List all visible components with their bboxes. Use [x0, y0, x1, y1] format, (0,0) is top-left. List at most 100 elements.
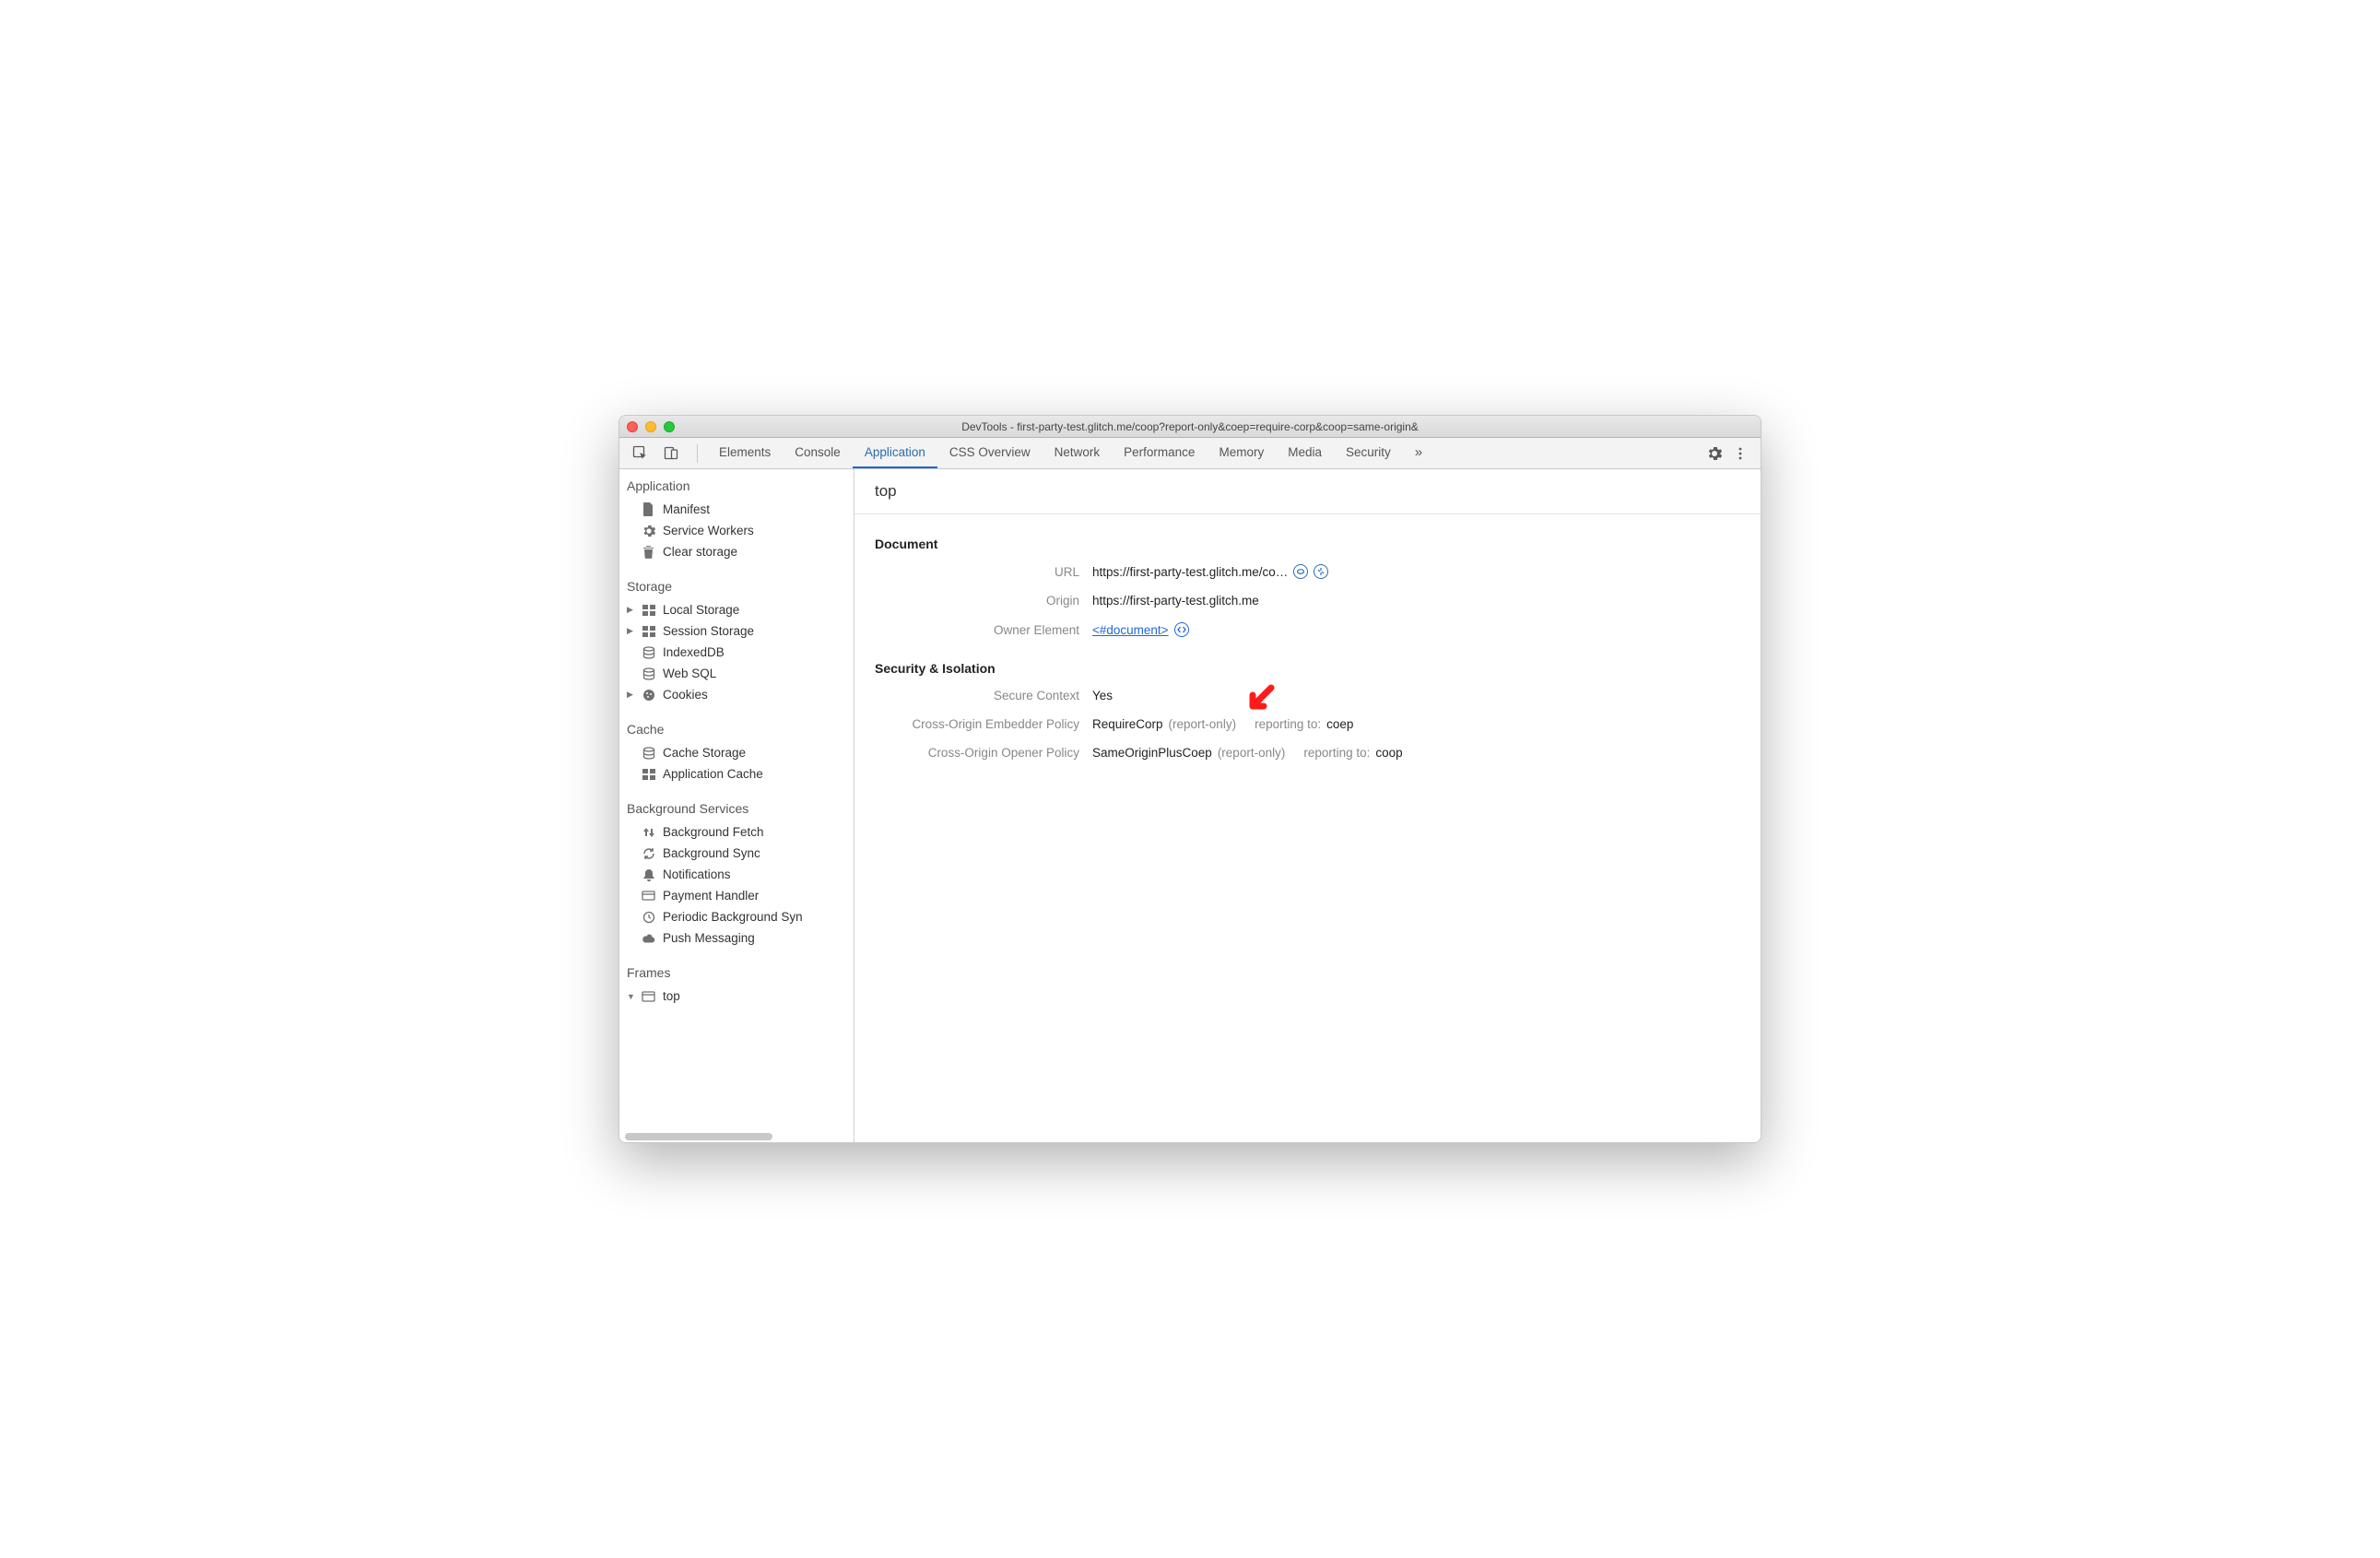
sidebar-item-application-cache[interactable]: Application Cache: [619, 763, 854, 785]
tab-css-overview[interactable]: CSS Overview: [937, 438, 1043, 468]
database-icon: [642, 746, 655, 760]
reload-icon[interactable]: [1314, 564, 1328, 579]
application-sidebar[interactable]: Application Manifest Service Workers Cle…: [619, 469, 854, 1142]
grid-icon: [642, 603, 655, 617]
sidebar-item-local-storage[interactable]: ▶ Local Storage: [619, 599, 854, 620]
sidebar-item-frame-top[interactable]: ▼ top: [619, 986, 854, 1007]
group-background-services: Background Services: [619, 794, 854, 821]
field-origin: Origin https://first-party-test.glitch.m…: [875, 594, 1740, 608]
panel-tabs: Elements Console Application CSS Overvie…: [707, 438, 1434, 468]
sidebar-item-label: top: [663, 989, 680, 1003]
code-icon[interactable]: [1174, 622, 1189, 637]
chevron-right-icon: ▶: [627, 626, 634, 636]
coop-reporting-value: coop: [1375, 746, 1402, 760]
sidebar-item-label: Cookies: [663, 688, 708, 702]
sidebar-item-label: Cache Storage: [663, 746, 746, 760]
frame-icon: [642, 989, 655, 1003]
minimize-window-button[interactable]: [645, 421, 656, 432]
field-value: https://first-party-test.glitch.me: [1092, 594, 1259, 608]
sidebar-item-label: Push Messaging: [663, 931, 755, 945]
cookie-icon: [642, 688, 655, 702]
settings-icon[interactable]: [1703, 443, 1726, 465]
sidebar-item-label: Local Storage: [663, 603, 739, 617]
close-window-button[interactable]: [627, 421, 638, 432]
section-security-title: Security & Isolation: [875, 661, 1740, 676]
ellipse-icon[interactable]: [1293, 564, 1308, 579]
horizontal-scrollbar[interactable]: [619, 1131, 854, 1142]
field-coep: Cross-Origin Embedder Policy RequireCorp…: [875, 717, 1740, 731]
grid-icon: [642, 624, 655, 638]
sidebar-item-payment-handler[interactable]: Payment Handler: [619, 885, 854, 906]
database-icon: [642, 667, 655, 680]
sidebar-item-cache-storage[interactable]: Cache Storage: [619, 742, 854, 763]
sidebar-item-label: Periodic Background Syn: [663, 910, 803, 924]
field-label: Cross-Origin Embedder Policy: [875, 717, 1092, 731]
sidebar-item-notifications[interactable]: Notifications: [619, 864, 854, 885]
field-value: RequireCorp (report-only) reporting to: …: [1092, 717, 1353, 731]
coop-value: SameOriginPlusCoep: [1092, 746, 1212, 760]
tab-performance[interactable]: Performance: [1112, 438, 1207, 468]
inspect-element-icon[interactable]: [629, 443, 651, 465]
sidebar-item-label: Service Workers: [663, 524, 754, 537]
url-value: https://first-party-test.glitch.me/co…: [1092, 565, 1288, 579]
tab-memory[interactable]: Memory: [1207, 438, 1276, 468]
tabbar: Elements Console Application CSS Overvie…: [619, 438, 1761, 469]
reporting-to-label: reporting to:: [1255, 717, 1321, 731]
tab-security[interactable]: Security: [1334, 438, 1403, 468]
frame-heading: top: [854, 469, 1761, 514]
tabs-overflow-button[interactable]: »: [1403, 438, 1434, 468]
field-value: SameOriginPlusCoep (report-only) reporti…: [1092, 746, 1403, 760]
group-application: Application: [619, 469, 854, 499]
trash-icon: [642, 545, 655, 559]
field-value: Yes: [1092, 689, 1113, 702]
sidebar-item-background-sync[interactable]: Background Sync: [619, 843, 854, 864]
field-url: URL https://first-party-test.glitch.me/c…: [875, 564, 1740, 579]
owner-element-link[interactable]: <#document>: [1092, 623, 1169, 637]
tab-console[interactable]: Console: [783, 438, 853, 468]
sidebar-item-cookies[interactable]: ▶ Cookies: [619, 684, 854, 705]
sidebar-item-service-workers[interactable]: Service Workers: [619, 520, 854, 541]
panel-body: Application Manifest Service Workers Cle…: [619, 469, 1761, 1142]
bell-icon: [642, 868, 655, 881]
clock-icon: [642, 910, 655, 924]
divider: [697, 444, 698, 463]
main-panel: top Document URL https://first-party-tes…: [854, 469, 1761, 1142]
sidebar-item-label: Web SQL: [663, 667, 716, 680]
cloud-icon: [642, 931, 655, 945]
field-value: <#document>: [1092, 622, 1189, 637]
sidebar-item-push-messaging[interactable]: Push Messaging: [619, 927, 854, 949]
tab-media[interactable]: Media: [1276, 438, 1334, 468]
sidebar-item-label: Notifications: [663, 868, 731, 881]
sidebar-item-label: IndexedDB: [663, 645, 725, 659]
devtools-window: DevTools - first-party-test.glitch.me/co…: [619, 415, 1761, 1143]
sidebar-item-label: Session Storage: [663, 624, 754, 638]
tab-elements[interactable]: Elements: [707, 438, 783, 468]
section-document-title: Document: [875, 537, 1740, 551]
sidebar-item-periodic-background-sync[interactable]: Periodic Background Syn: [619, 906, 854, 927]
field-label: Origin: [875, 594, 1092, 608]
sidebar-item-clear-storage[interactable]: Clear storage: [619, 541, 854, 562]
sidebar-item-background-fetch[interactable]: Background Fetch: [619, 821, 854, 843]
field-label: Cross-Origin Opener Policy: [875, 746, 1092, 760]
sidebar-item-label: Manifest: [663, 502, 710, 516]
group-cache: Cache: [619, 714, 854, 742]
device-toggle-icon[interactable]: [660, 443, 682, 465]
sidebar-item-label: Background Fetch: [663, 825, 764, 839]
more-menu-icon[interactable]: [1729, 443, 1751, 465]
field-label: Secure Context: [875, 689, 1092, 702]
titlebar: DevTools - first-party-test.glitch.me/co…: [619, 416, 1761, 438]
chevron-down-icon: ▼: [627, 992, 634, 1001]
window-title: DevTools - first-party-test.glitch.me/co…: [619, 420, 1761, 433]
main-body: Document URL https://first-party-test.gl…: [854, 514, 1761, 1142]
sidebar-item-websql[interactable]: Web SQL: [619, 663, 854, 684]
sidebar-item-label: Payment Handler: [663, 889, 759, 903]
sidebar-item-manifest[interactable]: Manifest: [619, 499, 854, 520]
sidebar-item-indexeddb[interactable]: IndexedDB: [619, 642, 854, 663]
reporting-to-label: reporting to:: [1303, 746, 1370, 760]
group-frames: Frames: [619, 958, 854, 986]
tab-application[interactable]: Application: [853, 438, 937, 468]
zoom-window-button[interactable]: [664, 421, 675, 432]
coep-reporting-value: coep: [1326, 717, 1353, 731]
tab-network[interactable]: Network: [1043, 438, 1113, 468]
sidebar-item-session-storage[interactable]: ▶ Session Storage: [619, 620, 854, 642]
